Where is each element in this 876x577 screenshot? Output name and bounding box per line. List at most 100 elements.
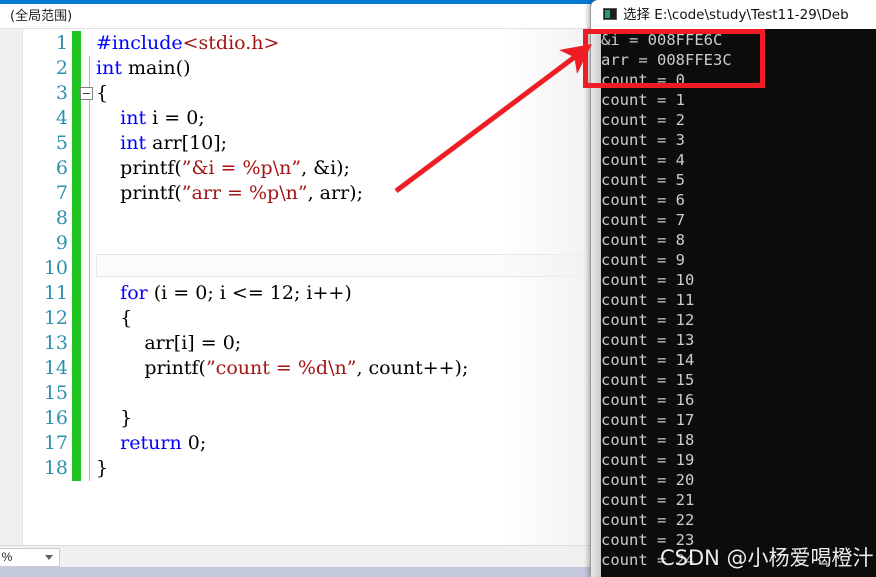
zoom-level-value: 00 % bbox=[0, 550, 13, 564]
console-window[interactable]: 选择 E:\code\study\Test11-29\Deb &i = 008F… bbox=[590, 0, 876, 577]
fold-rail bbox=[89, 456, 90, 481]
line-number: 12 bbox=[43, 307, 68, 329]
change-bar bbox=[72, 431, 81, 456]
line-number: 14 bbox=[43, 357, 68, 379]
change-bar bbox=[72, 231, 81, 256]
console-output-line: count = 13 bbox=[601, 331, 695, 349]
console-output-line: count = 8 bbox=[601, 231, 685, 249]
change-bar bbox=[72, 56, 81, 81]
change-bar bbox=[72, 106, 81, 131]
fold-rail bbox=[89, 356, 90, 381]
console-output-line: count = 15 bbox=[601, 371, 695, 389]
line-number: 6 bbox=[55, 157, 68, 179]
change-bar bbox=[72, 31, 81, 56]
fold-rail bbox=[89, 231, 90, 256]
fold-rail bbox=[89, 431, 90, 456]
code-text: { bbox=[96, 307, 133, 329]
code-text: printf(”&i = %p\n”, &i); bbox=[96, 157, 350, 179]
code-text: printf(”count = %d\n”, count++); bbox=[96, 357, 469, 379]
line-number: 13 bbox=[43, 332, 68, 354]
console-output-line: count = 12 bbox=[601, 311, 695, 329]
code-text: arr[i] = 0; bbox=[96, 332, 242, 354]
fold-rail bbox=[89, 181, 90, 206]
console-output-line: count = 10 bbox=[601, 271, 695, 289]
line-number: 10 bbox=[43, 257, 68, 279]
change-bar bbox=[72, 131, 81, 156]
fold-rail bbox=[89, 131, 90, 156]
fold-rail bbox=[89, 281, 90, 306]
code-text: int i = 0; bbox=[120, 107, 205, 129]
line-number: 5 bbox=[55, 132, 68, 154]
console-output-line: count = 9 bbox=[601, 251, 685, 269]
line-number: 9 bbox=[55, 232, 68, 254]
change-bar bbox=[72, 306, 81, 331]
zoom-level-dropdown[interactable]: 00 % bbox=[0, 548, 60, 567]
fold-rail bbox=[89, 156, 90, 181]
line-number: 2 bbox=[55, 57, 68, 79]
change-bar bbox=[72, 156, 81, 181]
line-number: 3 bbox=[55, 82, 68, 104]
console-output-line: count = 3 bbox=[601, 131, 685, 149]
change-bar bbox=[72, 456, 81, 481]
console-output-line: count = 21 bbox=[601, 491, 695, 509]
console-title-bar[interactable]: 选择 E:\code\study\Test11-29\Deb bbox=[591, 0, 876, 30]
change-bar bbox=[72, 406, 81, 431]
console-output-line: count = 6 bbox=[601, 191, 685, 209]
console-output-line: count = 16 bbox=[601, 391, 695, 409]
line-number: 8 bbox=[55, 207, 68, 229]
code-text: } bbox=[96, 457, 109, 479]
console-scrollbar[interactable] bbox=[591, 29, 601, 577]
console-output-line: count = 19 bbox=[601, 451, 695, 469]
change-bar bbox=[72, 256, 81, 281]
change-bar bbox=[72, 281, 81, 306]
console-output-line: count = 11 bbox=[601, 291, 695, 309]
fold-rail bbox=[89, 56, 90, 81]
change-bar bbox=[72, 206, 81, 231]
console-output-line: count = 4 bbox=[601, 151, 685, 169]
change-bar bbox=[72, 381, 81, 406]
console-title-text: 选择 E:\code\study\Test11-29\Deb bbox=[623, 7, 849, 23]
console-output-line: arr = 008FFE3C bbox=[601, 51, 732, 69]
chevron-down-icon bbox=[45, 555, 53, 560]
current-line-highlight bbox=[96, 254, 590, 277]
console-output-line: count = 18 bbox=[601, 431, 695, 449]
console-output-line: count = 7 bbox=[601, 211, 685, 229]
console-output-line: count = 0 bbox=[601, 71, 685, 89]
change-bar bbox=[72, 331, 81, 356]
line-number: 4 bbox=[55, 107, 68, 129]
fold-collapse-icon[interactable] bbox=[80, 87, 93, 100]
scope-dropdown[interactable]: (全局范围) bbox=[8, 8, 72, 26]
line-number: 18 bbox=[43, 457, 68, 479]
line-number: 1 bbox=[55, 32, 68, 54]
fold-rail bbox=[89, 381, 90, 406]
fold-rail bbox=[89, 406, 90, 431]
console-output-line: count = 17 bbox=[601, 411, 695, 429]
console-output-line: count = 2 bbox=[601, 111, 685, 129]
code-text: int arr[10]; bbox=[120, 132, 228, 154]
line-number: 11 bbox=[43, 282, 68, 304]
console-output-line: count = 20 bbox=[601, 471, 695, 489]
code-text: int main() bbox=[96, 57, 191, 79]
code-text: printf(”arr = %p\n”, arr); bbox=[96, 182, 363, 204]
change-bar bbox=[72, 181, 81, 206]
line-number: 7 bbox=[55, 182, 68, 204]
change-bar bbox=[72, 356, 81, 381]
fold-rail bbox=[89, 306, 90, 331]
fold-rail bbox=[89, 256, 90, 281]
line-number: 16 bbox=[43, 407, 68, 429]
code-text: { bbox=[96, 82, 109, 104]
console-output-line: count = 14 bbox=[601, 351, 695, 369]
fold-rail bbox=[89, 331, 90, 356]
code-text: #include<stdio.h> bbox=[96, 32, 280, 54]
line-number: 17 bbox=[43, 432, 68, 454]
console-output-line: count = 22 bbox=[601, 511, 695, 529]
line-number: 15 bbox=[43, 382, 68, 404]
console-output: &i = 008FFE6C arr = 008FFE3C count = 0 coun… bbox=[601, 29, 876, 577]
console-output-line: count = 5 bbox=[601, 171, 685, 189]
code-text: for (i = 0; i <= 12; i++) bbox=[120, 282, 352, 304]
console-output-line: count = 1 bbox=[601, 91, 685, 109]
console-app-icon bbox=[603, 8, 617, 20]
console-output-line: &i = 008FFE6C bbox=[601, 31, 723, 49]
code-text: return 0; bbox=[120, 432, 207, 454]
csdn-watermark: CSDN @小杨爱喝橙汁 bbox=[660, 546, 874, 570]
